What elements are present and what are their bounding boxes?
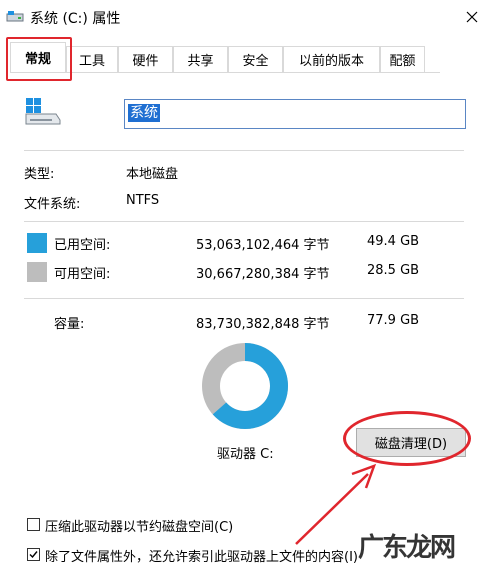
title-bar: 系统 (C:) 属性 [0,0,495,34]
used-space-bytes: 53,063,102,464 字节 [196,238,330,253]
tab-label: 配额 [389,54,416,69]
tab-divider [10,72,440,73]
tab-quota[interactable]: 配额 [380,46,425,72]
tab-sharing[interactable]: 共享 [173,46,228,72]
used-space-swatch [27,233,47,253]
separator [24,298,464,299]
usage-donut-chart [202,343,288,429]
tab-label: 硬件 [132,54,159,69]
checkmark-icon [29,551,38,559]
type-label: 类型: [24,167,55,182]
separator [24,221,464,222]
drive-name-input[interactable]: 系统 [124,99,466,129]
tab-label: 以前的版本 [298,54,364,69]
tab-label: 共享 [187,54,214,69]
compress-checkbox[interactable] [27,518,40,531]
index-checkbox[interactable] [27,548,40,561]
drive-letter-label: 驱动器 C: [217,447,274,462]
close-icon [466,11,478,23]
tab-label: 工具 [78,54,105,69]
drive-name-text: 系统 [128,104,160,122]
close-button[interactable] [449,0,495,34]
capacity-gb: 77.9 GB [367,313,420,328]
separator [24,150,464,151]
free-space-swatch [27,262,47,282]
window-title: 系统 (C:) 属性 [30,11,121,27]
capacity-bytes: 83,730,382,848 字节 [196,317,330,332]
tab-security[interactable]: 安全 [228,46,283,72]
tab-tools[interactable]: 工具 [66,46,118,72]
tab-hardware[interactable]: 硬件 [118,46,173,72]
free-space-bytes: 30,667,280,384 字节 [196,267,330,282]
drive-icon [6,11,24,22]
highlight-rectangle [6,37,72,81]
free-space-label: 可用空间: [54,267,111,282]
tab-previous-versions[interactable]: 以前的版本 [283,46,380,72]
filesystem-label: 文件系统: [24,197,81,212]
free-space-gb: 28.5 GB [367,263,420,278]
tab-label: 安全 [242,54,269,69]
used-space-label: 已用空间: [54,238,111,253]
type-value: 本地磁盘 [126,167,179,182]
capacity-label: 容量: [54,317,85,332]
used-space-gb: 49.4 GB [367,234,420,249]
filesystem-value: NTFS [126,193,160,208]
drive-large-icon [25,98,61,125]
highlight-oval [343,411,471,466]
compress-label: 压缩此驱动器以节约磁盘空间(C) [45,520,234,535]
watermark-logo: 广东龙网 [358,533,456,563]
